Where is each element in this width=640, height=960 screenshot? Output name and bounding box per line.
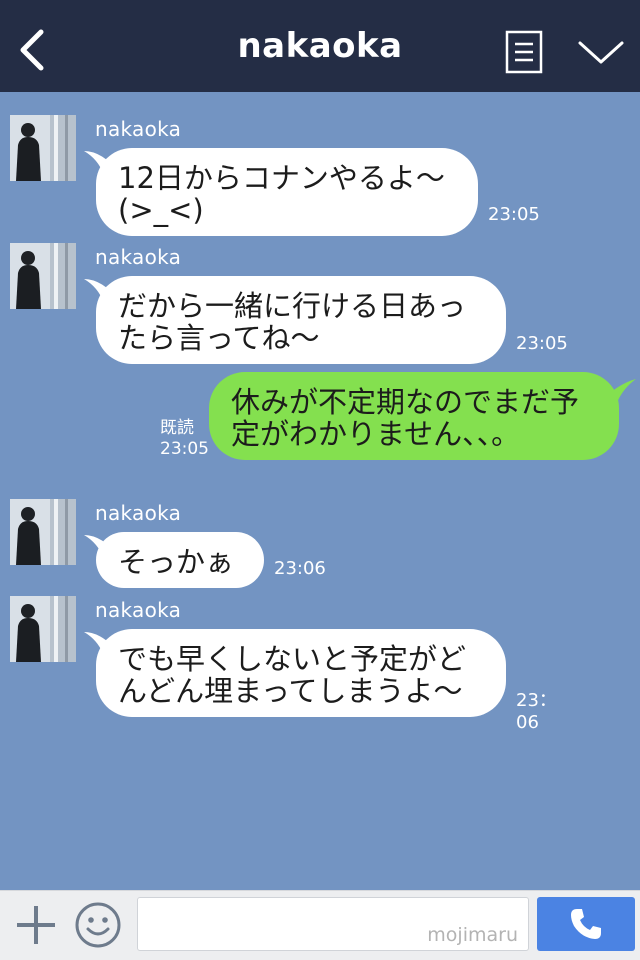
chevron-down-icon [578,41,624,64]
avatar[interactable] [10,596,76,662]
message-time: 23:05 [516,333,568,354]
bubble-tail [600,379,636,405]
message-time: 23:05 [488,204,540,225]
input-bar: mojimaru [0,890,640,960]
document-menu-icon [505,30,543,74]
avatar[interactable] [10,499,76,565]
emoji-button[interactable] [74,901,122,949]
call-button[interactable] [537,897,635,951]
avatar-image [10,243,76,309]
message-bubble[interactable]: だから一緒に行ける日あっ たら言ってね〜 [96,276,506,364]
message-time: 23:06 [274,558,326,579]
chat-title: nakaoka [237,26,403,66]
avatar-image [10,499,76,565]
watermark: mojimaru [427,924,518,946]
collapse-button[interactable] [574,34,628,70]
chat-screen: nakaoka nakaoka 12日からコナンやるよ〜 (>_<) 23:05… [0,0,640,960]
sender-name: nakaoka [95,245,182,269]
menu-button[interactable] [504,30,544,74]
sender-name: nakaoka [95,598,182,622]
message-input[interactable]: mojimaru [137,897,529,951]
avatar[interactable] [10,243,76,309]
message-bubble[interactable]: でも早くしないと予定がど んどん埋まってしまうよ〜 [96,629,506,717]
message-bubble[interactable]: 休みが不定期なのでまだ予 定がわかりません、、。 [209,372,619,460]
sender-name: nakaoka [95,117,182,141]
sender-name: nakaoka [95,501,182,525]
avatar-image [10,115,76,181]
message-time: 23:05 [160,439,209,459]
plus-icon [17,906,55,944]
message-bubble[interactable]: 12日からコナンやるよ〜 (>_<) [96,148,478,236]
smiley-icon [75,902,121,948]
message-bubble[interactable]: そっかぁ [96,532,264,588]
header-bar: nakaoka [0,0,640,92]
phone-icon [571,909,601,939]
read-label: 既読 [160,418,194,438]
message-time: 23：06 [516,690,557,733]
avatar[interactable] [10,115,76,181]
avatar-image [10,596,76,662]
read-receipt: 既読 23:05 [160,418,209,460]
plus-button[interactable] [14,903,58,947]
